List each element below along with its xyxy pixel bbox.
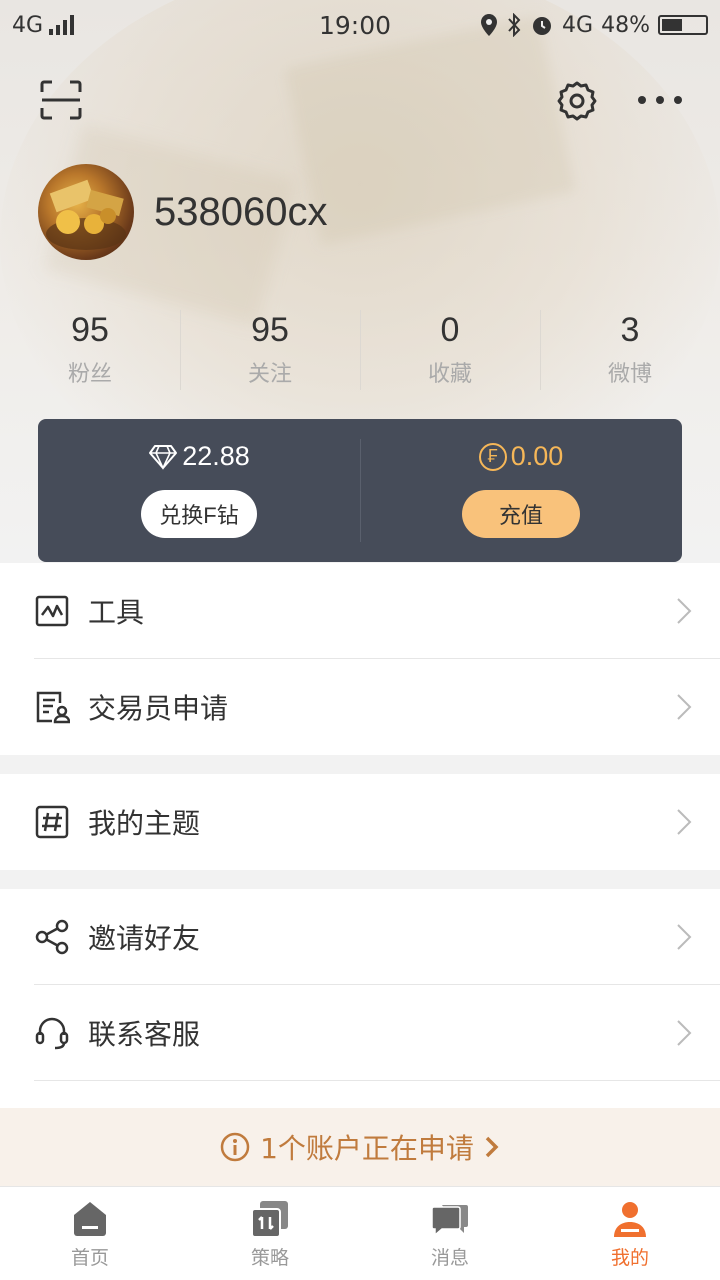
menu-label: 工具	[88, 596, 145, 629]
top-bar	[0, 70, 720, 130]
chevron-right-icon	[485, 1136, 499, 1158]
nav-label: 策略	[250, 1247, 289, 1269]
share-icon	[35, 919, 69, 955]
menu-label: 邀请好友	[88, 922, 201, 955]
stat-weibo[interactable]: 3 微博	[540, 305, 720, 395]
stat-followers[interactable]: 95 粉丝	[0, 305, 180, 395]
coin-icon: ₣	[478, 442, 507, 471]
menu-section-3: 邀请好友 联系客服	[0, 889, 720, 1108]
username[interactable]: 538060cx	[154, 190, 327, 235]
settings-icon[interactable]	[556, 80, 598, 122]
stat-value: 95	[71, 311, 109, 349]
nav-mine[interactable]: 我的	[540, 1187, 720, 1280]
stat-following[interactable]: 95 关注	[180, 305, 360, 395]
avatar[interactable]	[38, 164, 134, 260]
nav-label: 首页	[70, 1247, 109, 1269]
nav-label: 我的	[610, 1247, 649, 1269]
scan-icon[interactable]	[40, 80, 82, 120]
menu-section-1: 工具 交易员申请	[0, 563, 720, 755]
diamond-icon	[149, 444, 178, 470]
chevron-right-icon	[677, 598, 692, 624]
battery-icon	[658, 15, 708, 35]
bottom-nav: 首页 策略 消息 我的	[0, 1186, 720, 1280]
hashtag-icon	[35, 805, 69, 839]
headset-icon	[35, 1017, 69, 1050]
chevron-right-icon	[677, 1020, 692, 1046]
application-form-icon	[36, 691, 70, 724]
coin-balance: ₣ 0.00	[478, 441, 564, 472]
signal-icon	[49, 15, 75, 35]
diamond-column: 22.88 兑换F钻	[38, 419, 360, 562]
diamond-amount: 22.88	[182, 441, 250, 471]
nav-messages[interactable]: 消息	[360, 1187, 540, 1280]
bluetooth-icon	[508, 13, 521, 37]
chevron-right-icon	[677, 809, 692, 835]
nav-home[interactable]: 首页	[0, 1187, 180, 1280]
diamond-balance: 22.88	[148, 441, 250, 472]
status-time: 19:00	[318, 10, 392, 40]
stat-value: 3	[620, 311, 640, 349]
network-right-label: 4G	[562, 12, 594, 38]
home-icon	[74, 1202, 106, 1236]
battery-percent: 48%	[601, 12, 650, 38]
coin-column: ₣ 0.00 充值	[360, 419, 682, 562]
stats-row: 95 粉丝 95 关注 0 收藏 3 微博	[0, 305, 720, 395]
nav-label: 消息	[430, 1247, 469, 1269]
wallet-card: 22.88 兑换F钻 ₣ 0.00 充值	[38, 419, 682, 562]
divider	[34, 1080, 720, 1081]
nav-strategy[interactable]: 策略	[180, 1187, 360, 1280]
notice-text: 1个账户正在申请	[260, 1132, 474, 1165]
menu-label: 我的主题	[88, 807, 201, 840]
more-icon[interactable]	[636, 90, 684, 110]
location-icon	[481, 14, 498, 36]
stat-label: 关注	[247, 362, 292, 387]
network-label: 4G	[12, 12, 44, 38]
alarm-icon	[533, 17, 552, 35]
chevron-right-icon	[677, 694, 692, 720]
menu-label: 交易员申请	[88, 692, 229, 725]
menu-section-2: 我的主题	[0, 774, 720, 870]
coin-amount: 0.00	[510, 441, 564, 471]
menu-item-invite[interactable]: 邀请好友	[0, 889, 720, 985]
status-bar: 4G 19:00 4G 48%	[0, 0, 720, 50]
stat-value: 0	[440, 311, 460, 349]
stat-favorites[interactable]: 0 收藏	[360, 305, 540, 395]
avatar-image	[46, 179, 126, 250]
menu-item-my-topics[interactable]: 我的主题	[0, 774, 720, 870]
recharge-button[interactable]: 充值	[462, 490, 580, 538]
chart-icon	[35, 595, 69, 627]
stat-value: 95	[251, 311, 289, 349]
stat-label: 收藏	[427, 362, 472, 387]
strategy-icon	[251, 1201, 288, 1238]
chevron-right-icon	[677, 924, 692, 950]
info-icon	[220, 1132, 250, 1162]
menu-label: 联系客服	[88, 1018, 201, 1051]
pending-account-notice[interactable]: 1个账户正在申请	[0, 1108, 720, 1186]
stat-label: 粉丝	[67, 362, 112, 387]
exchange-button[interactable]: 兑换F钻	[141, 490, 257, 538]
chat-icon	[431, 1205, 468, 1237]
menu-item-support[interactable]: 联系客服	[0, 985, 720, 1081]
menu-item-trader-apply[interactable]: 交易员申请	[0, 659, 720, 755]
person-icon	[614, 1202, 646, 1237]
stat-label: 微博	[607, 362, 652, 387]
menu-item-tools[interactable]: 工具	[0, 563, 720, 659]
